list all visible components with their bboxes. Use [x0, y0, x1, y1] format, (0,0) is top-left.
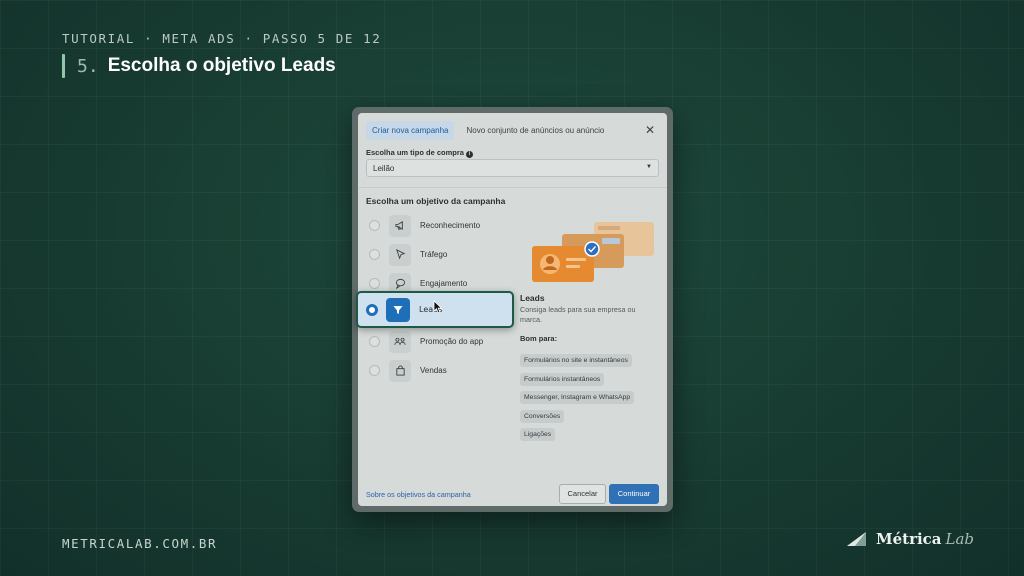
chip: Ligações [520, 428, 556, 441]
chip: Formulários no site e instantâneos [520, 354, 632, 367]
chip: Messenger, Instagram e WhatsApp [520, 391, 635, 404]
radio-button[interactable] [369, 278, 380, 289]
good-for-label: Bom para: [520, 334, 558, 343]
objective-vendas[interactable]: Vendas [366, 356, 510, 385]
detail-title: Leads [520, 293, 545, 303]
radio-button[interactable] [369, 220, 380, 231]
step-accent-bar [62, 54, 65, 78]
brand-name: Métrica [876, 530, 942, 548]
objective-label: Engajamento [420, 279, 468, 288]
brand-logo: Métrica Lab [846, 530, 974, 548]
brand-mark-icon [847, 532, 866, 546]
footer-url: METRICALAB.COM.BR [62, 536, 218, 551]
objective-promocao-app[interactable]: Promoção do app [366, 327, 510, 356]
objective-reconhecimento[interactable]: Reconhecimento [366, 211, 510, 240]
caret-down-icon: ▼ [646, 164, 652, 170]
detail-description: Consiga leads para sua empresa ou marca. [520, 305, 636, 324]
funnel-icon [386, 297, 410, 322]
tab-criar-nova-campanha[interactable]: Criar nova campanha [366, 121, 455, 140]
good-for-chips: Formulários no site e instantâneos Formu… [520, 349, 660, 442]
divider [358, 187, 667, 188]
purchase-type-label: Escolha um tipo de compra i [366, 148, 473, 158]
purchase-type-select[interactable]: Leilão ▼ [366, 159, 659, 177]
brand-sub: Lab [945, 530, 975, 548]
dialog-tabs: Criar nova campanha Novo conjunto de anú… [366, 121, 610, 140]
objective-section-title: Escolha um objetivo da campanha [366, 196, 506, 206]
continue-button[interactable]: Continuar [609, 484, 659, 504]
objective-label: Tráfego [420, 250, 448, 259]
tab-novo-conjunto[interactable]: Novo conjunto de anúncios ou anúncio [460, 121, 610, 140]
step-heading: 5. Escolha o objetivo Leads [62, 53, 336, 79]
leads-illustration [532, 222, 654, 282]
radio-button-selected[interactable] [366, 303, 378, 316]
mouse-cursor-icon [433, 300, 443, 314]
people-icon [389, 330, 411, 353]
bag-icon [389, 359, 411, 382]
objective-label: Promoção do app [420, 337, 484, 346]
tutorial-eyebrow: TUTORIAL · META ADS · PASSO 5 DE 12 [62, 31, 382, 46]
step-title: Escolha o objetivo Leads [107, 55, 336, 76]
radio-button[interactable] [369, 249, 380, 260]
purchase-type-label-text: Escolha um tipo de compra [366, 148, 464, 157]
info-icon[interactable]: i [465, 151, 473, 158]
megaphone-icon [389, 214, 411, 237]
objective-trafego[interactable]: Tráfego [366, 240, 510, 269]
radio-button[interactable] [369, 336, 380, 347]
cursor-icon [389, 243, 411, 266]
objective-label: Vendas [420, 366, 447, 375]
radio-button[interactable] [369, 365, 380, 376]
objective-label: Reconhecimento [420, 221, 481, 230]
chip: Formulários instantâneos [520, 372, 605, 386]
chip: Conversões [520, 409, 565, 423]
cancel-button[interactable]: Cancelar [559, 484, 606, 504]
purchase-type-value: Leilão [373, 164, 395, 173]
close-icon[interactable]: ✕ [645, 123, 655, 137]
step-number: 5. [77, 55, 99, 77]
objectives-help-link[interactable]: Sobre os objetivos da campanha [366, 490, 471, 499]
